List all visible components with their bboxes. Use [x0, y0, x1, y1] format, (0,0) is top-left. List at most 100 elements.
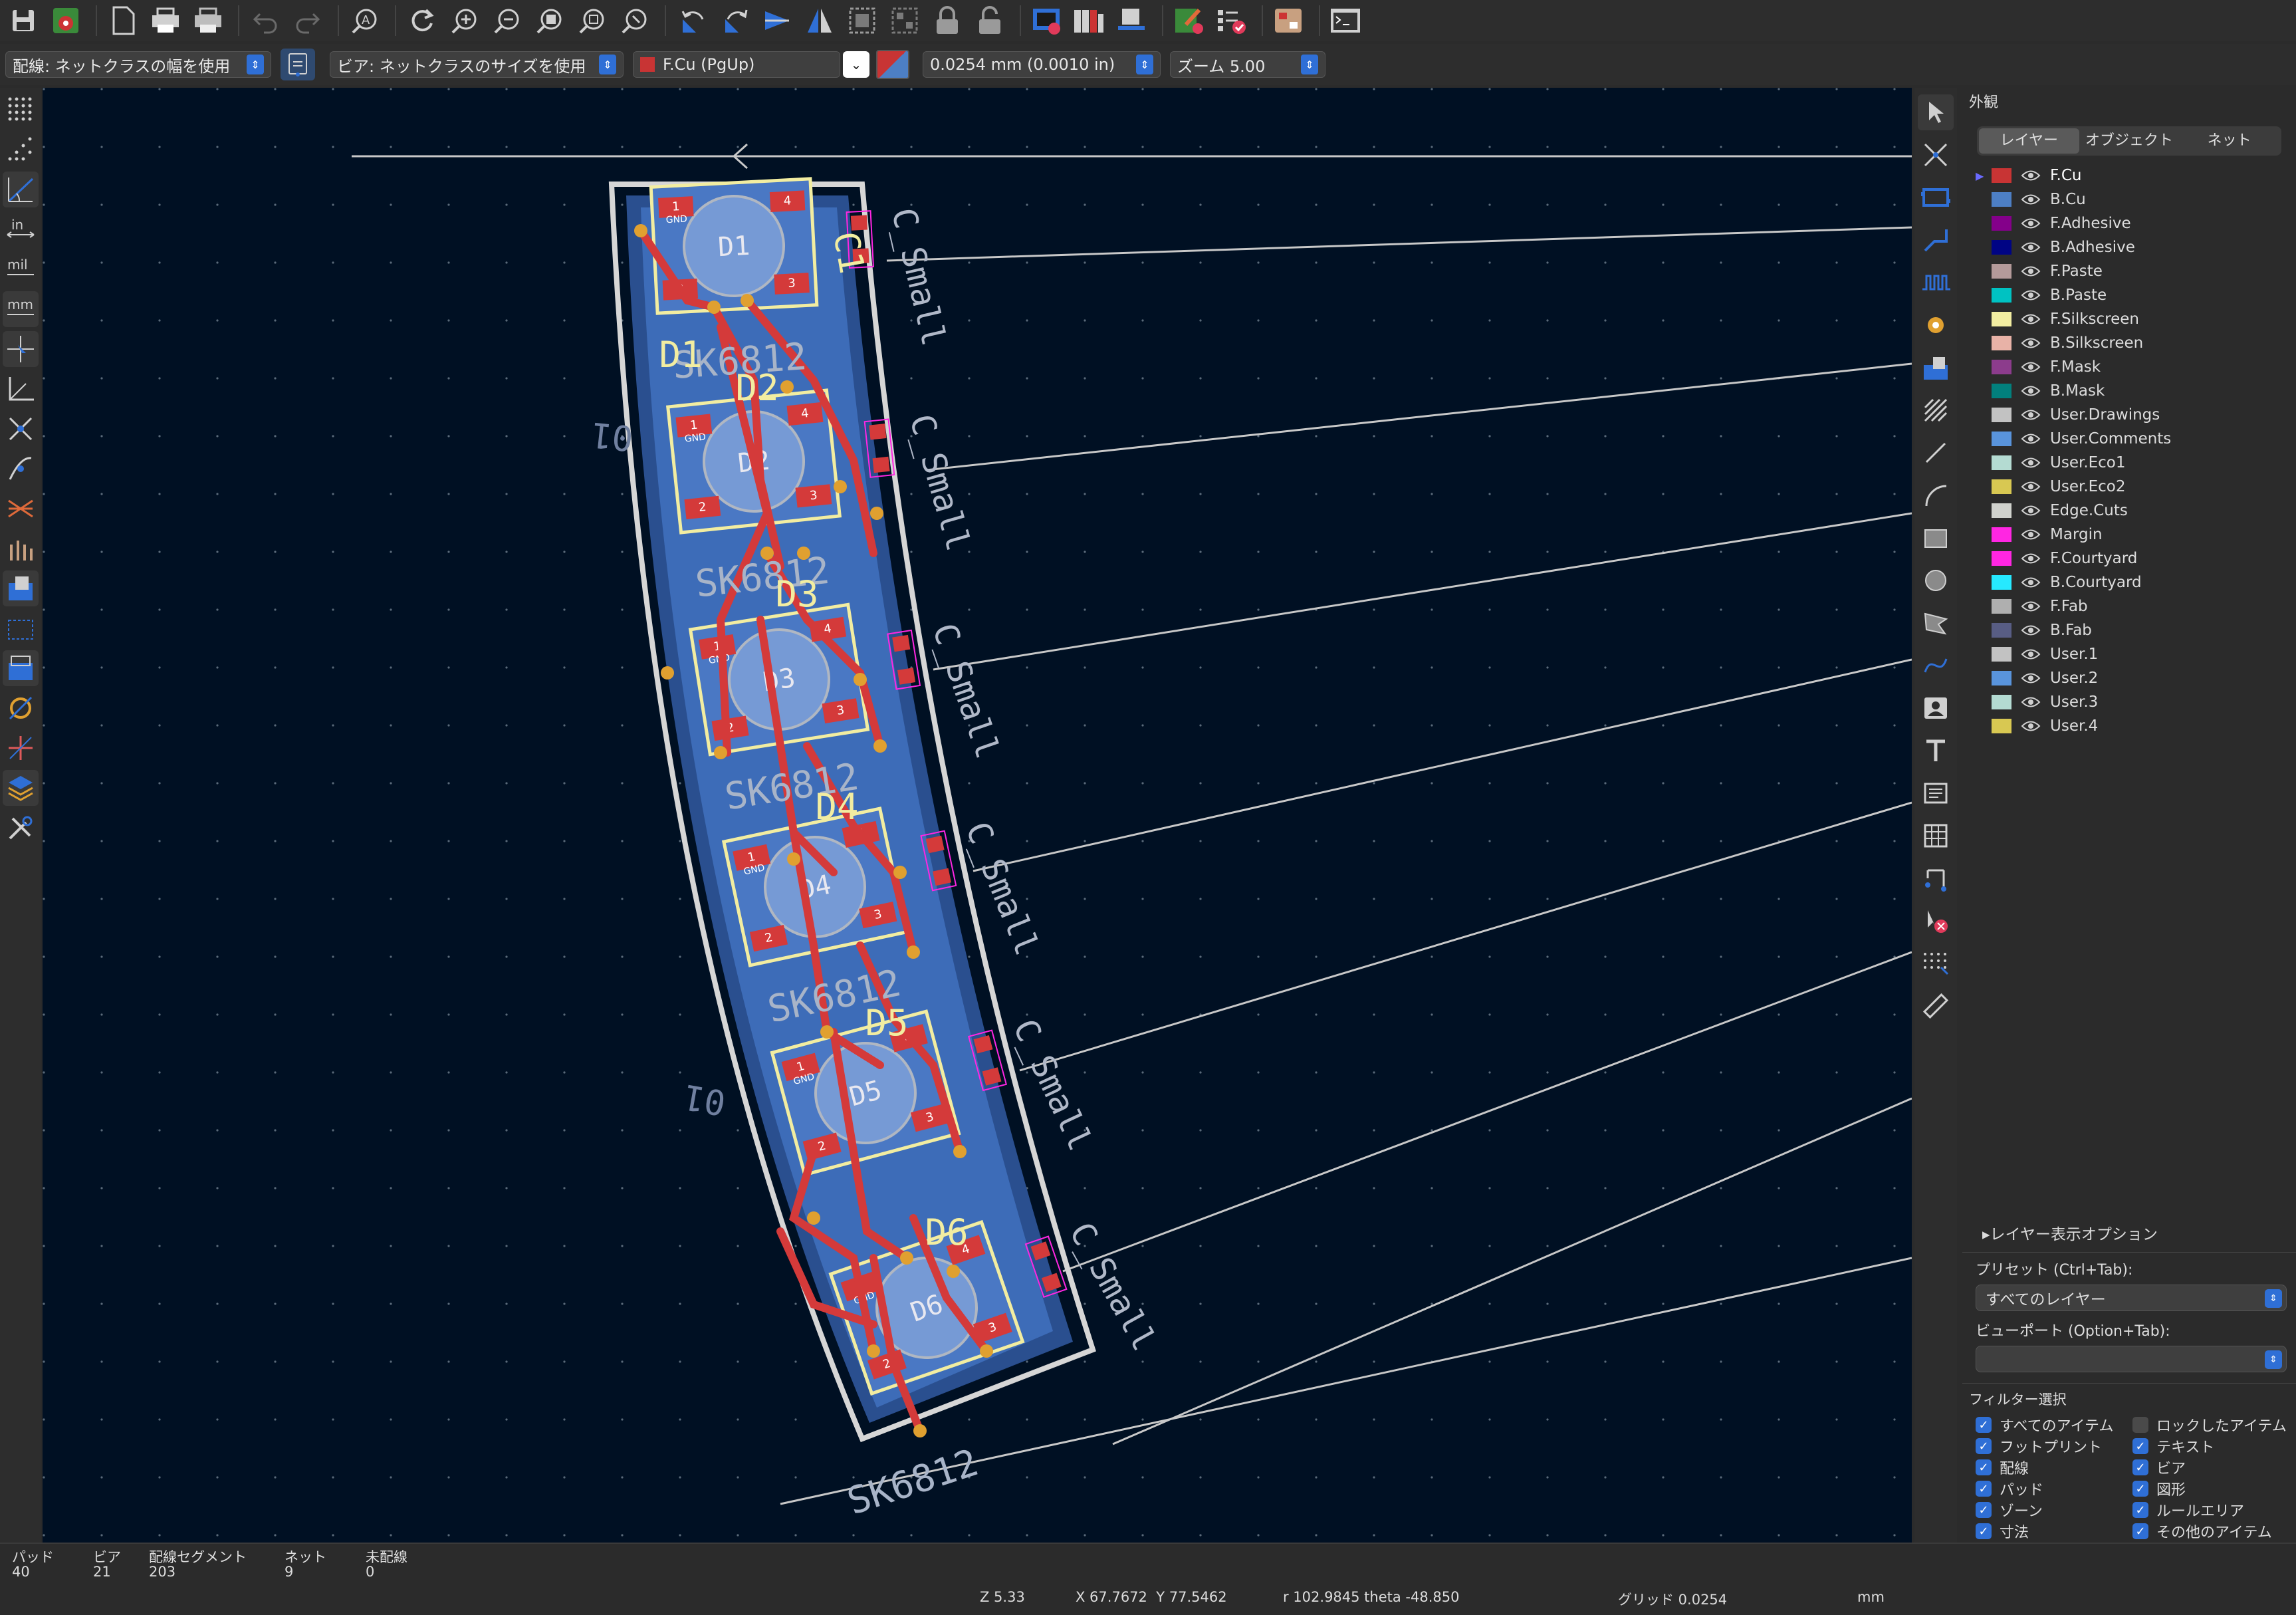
track-width-lock-button[interactable]: [281, 49, 315, 80]
layers-manager-icon[interactable]: [3, 770, 39, 806]
footprint-editor-icon[interactable]: [1113, 3, 1151, 39]
layer-color-swatch[interactable]: [1992, 575, 2011, 590]
layer-color-swatch[interactable]: [1992, 312, 2011, 326]
add-textbox-icon[interactable]: [1918, 775, 1954, 811]
layer-row[interactable]: User.2: [1962, 666, 2296, 690]
visibility-eye-icon[interactable]: [2021, 503, 2041, 518]
checkbox[interactable]: ✓: [2132, 1481, 2148, 1497]
select-arrow-icon[interactable]: [1918, 94, 1954, 130]
visibility-eye-icon[interactable]: [2021, 479, 2041, 494]
filter-item[interactable]: ✓ 寸法: [1976, 1522, 2132, 1541]
draw-rectangle-icon[interactable]: [1918, 520, 1954, 556]
rotate-ccw-icon[interactable]: [673, 3, 711, 39]
layer-row[interactable]: User.1: [1962, 642, 2296, 666]
visibility-eye-icon[interactable]: [2021, 408, 2041, 422]
checkbox[interactable]: ✓: [1976, 1417, 1992, 1433]
zoom-objects-icon[interactable]: [573, 3, 612, 39]
add-rule-area-icon[interactable]: [1918, 392, 1954, 428]
via-display-icon[interactable]: [3, 690, 39, 726]
checkbox[interactable]: ✓: [1976, 1459, 1992, 1475]
visibility-eye-icon[interactable]: [2021, 384, 2041, 398]
filter-item[interactable]: ✓ すべてのアイテム: [1976, 1416, 2132, 1435]
visibility-eye-icon[interactable]: [2021, 312, 2041, 326]
zoom-fit-icon[interactable]: [530, 3, 569, 39]
properties-manager-icon[interactable]: [3, 810, 39, 846]
filter-item[interactable]: ✓ その他のアイテム: [2132, 1522, 2289, 1541]
filter-item[interactable]: ✓ テキスト: [2132, 1437, 2289, 1456]
visibility-eye-icon[interactable]: [2021, 527, 2041, 542]
polar-coords-icon[interactable]: [3, 172, 39, 207]
layer-color-swatch[interactable]: [1992, 551, 2011, 566]
layer-row[interactable]: B.Cu: [1962, 187, 2296, 211]
pad-display-icon[interactable]: [3, 650, 39, 686]
find-icon[interactable]: A: [346, 3, 384, 39]
group-icon[interactable]: [843, 3, 881, 39]
pcb-canvas[interactable]: 1 GND 2 3 4 D1 C_Small 1 GND 2 3 4 D2 C_Small 1 GND 2 3 4 D…: [43, 88, 1912, 1543]
polar-grid-icon[interactable]: [3, 132, 39, 168]
layer-color-swatch[interactable]: [1992, 503, 2011, 518]
checkbox[interactable]: ✓: [1976, 1438, 1992, 1454]
layer-row[interactable]: F.Courtyard: [1962, 547, 2296, 570]
unlock-icon[interactable]: [971, 3, 1009, 39]
filter-item[interactable]: ✓ フットプリント: [1976, 1437, 2132, 1456]
add-footprint-icon[interactable]: [1918, 180, 1954, 215]
layer-color-swatch[interactable]: [1992, 479, 2011, 494]
netlist-icon[interactable]: [1028, 3, 1066, 39]
ratsnest-icon[interactable]: [3, 411, 39, 447]
layer-row[interactable]: B.Fab: [1962, 618, 2296, 642]
add-text-icon[interactable]: [1918, 733, 1954, 769]
checkbox[interactable]: ✓: [2132, 1438, 2148, 1454]
add-image-icon[interactable]: [1918, 690, 1954, 726]
layer-color-swatch[interactable]: [1992, 647, 2011, 662]
visibility-eye-icon[interactable]: [2021, 216, 2041, 231]
visibility-eye-icon[interactable]: [2021, 671, 2041, 685]
layer-row[interactable]: B.Adhesive: [1962, 235, 2296, 259]
track-width-select[interactable]: 配線: ネットクラスの幅を使用 ⇕: [5, 51, 271, 78]
layer-color-swatch[interactable]: [1992, 719, 2011, 733]
layer-row[interactable]: B.Courtyard: [1962, 570, 2296, 594]
mirror-icon[interactable]: [800, 3, 839, 39]
tab-nets[interactable]: ネット: [2179, 128, 2279, 154]
viewport-select[interactable]: ⇕: [1976, 1346, 2287, 1372]
local-ratsnest-icon[interactable]: [1918, 137, 1954, 173]
checklist-icon[interactable]: [1212, 3, 1251, 39]
board-setup-icon[interactable]: [47, 3, 85, 39]
layer-color-swatch[interactable]: [1992, 623, 2011, 638]
lock-icon[interactable]: [928, 3, 967, 39]
layer-color-swatch[interactable]: [1992, 336, 2011, 350]
checkbox[interactable]: ✓: [1976, 1502, 1992, 1518]
refresh-icon[interactable]: [403, 3, 441, 39]
units-mm-icon[interactable]: mm: [3, 291, 39, 327]
draw-polygon-icon[interactable]: [1918, 605, 1954, 641]
layer-row[interactable]: User.3: [1962, 690, 2296, 714]
layer-row[interactable]: Edge.Cuts: [1962, 499, 2296, 523]
tab-objects[interactable]: オブジェクト: [2079, 128, 2180, 154]
plot-icon[interactable]: [189, 3, 227, 39]
layer-color-swatch[interactable]: [1992, 432, 2011, 446]
layer-row[interactable]: User.Eco1: [1962, 451, 2296, 475]
undo-icon[interactable]: [246, 3, 285, 39]
layer-color-swatch[interactable]: [1992, 527, 2011, 542]
save-icon[interactable]: [4, 3, 43, 39]
filter-item[interactable]: ロックしたアイテム: [2132, 1416, 2289, 1435]
layer-pair-icon[interactable]: [876, 50, 909, 79]
chevron-down-icon[interactable]: ⌄: [843, 51, 869, 78]
layer-color-swatch[interactable]: [1992, 671, 2011, 685]
visibility-eye-icon[interactable]: [2021, 288, 2041, 303]
add-zone-icon[interactable]: [1918, 350, 1954, 386]
drc-icon[interactable]: [1170, 3, 1208, 39]
checkbox[interactable]: ✓: [1976, 1523, 1992, 1539]
visibility-eye-icon[interactable]: [2021, 551, 2041, 566]
filter-item[interactable]: ✓ パッド: [1976, 1479, 2132, 1499]
layer-color-swatch[interactable]: [1992, 384, 2011, 398]
checkbox[interactable]: ✓: [2132, 1459, 2148, 1475]
layer-color-swatch[interactable]: [1992, 360, 2011, 374]
filter-item[interactable]: ✓ 配線: [1976, 1458, 2132, 1477]
layer-color-swatch[interactable]: [1992, 599, 2011, 614]
layer-color-swatch[interactable]: [1992, 455, 2011, 470]
preset-select[interactable]: すべてのレイヤー ⇕: [1976, 1285, 2287, 1311]
grid-origin-icon[interactable]: [1918, 945, 1954, 981]
measure-tool-icon[interactable]: [1918, 988, 1954, 1024]
visibility-eye-icon[interactable]: [2021, 719, 2041, 733]
units-inch-icon[interactable]: in: [3, 211, 39, 247]
